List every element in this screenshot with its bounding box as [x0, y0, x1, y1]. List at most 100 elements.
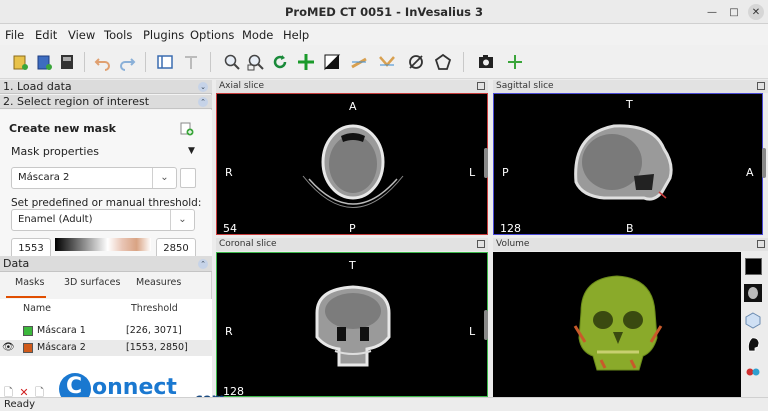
measure-icon[interactable]	[348, 51, 370, 73]
close-button[interactable]: ✕	[748, 4, 764, 20]
mask-select[interactable]: Máscara 2 ⌄	[11, 167, 177, 189]
data-label: Data	[3, 257, 30, 270]
maximize-icon[interactable]	[757, 82, 765, 90]
coronal-right-label: L	[469, 325, 476, 338]
threshold-gradient-slider[interactable]	[55, 238, 151, 251]
toolbar	[0, 45, 768, 79]
mask-select-value: Máscara 2	[18, 172, 70, 183]
sagittal-top-label: T	[626, 98, 633, 111]
load-data-header[interactable]: 1. Load data ⌄	[0, 80, 212, 94]
menu-options[interactable]: Options	[190, 28, 234, 42]
volume-view[interactable]	[493, 252, 741, 397]
rotate-icon[interactable]	[269, 51, 291, 73]
angle-icon[interactable]	[376, 51, 398, 73]
table-row[interactable]: Máscara 1 [226, 3071]	[0, 323, 212, 339]
new-mask-icon[interactable]	[180, 122, 194, 136]
add-icon[interactable]	[504, 51, 526, 73]
mask-name: Máscara 2	[37, 342, 86, 353]
head-profile-icon[interactable]	[743, 334, 763, 354]
chevron-down-icon: ⌄	[170, 210, 194, 230]
sagittal-view-title: Sagittal slice	[496, 81, 554, 91]
axial-view[interactable]: A R L P 54	[216, 93, 488, 235]
coronal-slice-image	[315, 285, 391, 367]
minimize-button[interactable]: —	[704, 4, 720, 20]
chevron-down-icon: ⌄	[198, 82, 208, 92]
coronal-view-title: Coronal slice	[219, 239, 277, 249]
background-color-icon[interactable]	[743, 256, 763, 276]
threshold-select[interactable]: Enamel (Adult) ⌄	[11, 209, 195, 231]
open-icon[interactable]	[10, 51, 32, 73]
column-threshold: Threshold	[131, 303, 178, 314]
data-tabs: Masks 3D surfaces Measures	[0, 274, 212, 298]
roi-panel: Create new mask Mask properties ▼ Máscar…	[0, 110, 212, 256]
menu-file[interactable]: File	[5, 28, 24, 42]
redo-icon[interactable]	[116, 51, 138, 73]
tab-masks[interactable]: Masks	[15, 277, 44, 288]
save-icon[interactable]	[56, 51, 78, 73]
select-roi-label: 2. Select region of interest	[3, 95, 150, 108]
title-bar: ProMED CT 0051 - InVesalius 3 — □ ✕	[0, 0, 768, 24]
zoom-select-icon[interactable]	[245, 51, 267, 73]
triangle-down-icon[interactable]: ▼	[188, 146, 195, 156]
axial-slice-image	[302, 124, 404, 208]
window-title: ProMED CT 0051 - InVesalius 3	[285, 5, 483, 19]
menu-edit[interactable]: Edit	[35, 28, 57, 42]
draw-icon[interactable]	[405, 51, 427, 73]
coronal-view-header: Coronal slice	[216, 238, 488, 251]
menu-plugins[interactable]: Plugins	[143, 28, 184, 42]
sagittal-scrollbar[interactable]	[762, 148, 766, 178]
menu-tools[interactable]: Tools	[104, 28, 132, 42]
mask-name: Máscara 1	[37, 325, 86, 336]
table-row[interactable]: 👁 Máscara 2 [1553, 2850]	[0, 340, 212, 356]
sagittal-right-label: A	[746, 166, 754, 179]
coronal-top-label: T	[349, 259, 356, 272]
axial-view-title: Axial slice	[219, 81, 265, 91]
tab-measures[interactable]: Measures	[136, 277, 181, 288]
maximize-icon[interactable]	[477, 82, 485, 90]
axial-top-label: A	[349, 100, 357, 113]
contrast-icon[interactable]	[321, 51, 343, 73]
coronal-scrollbar[interactable]	[484, 310, 488, 340]
tab-3d-surfaces[interactable]: 3D surfaces	[64, 277, 120, 288]
coronal-left-label: R	[225, 325, 233, 338]
mask-color-button[interactable]	[180, 168, 196, 188]
axial-right-label: L	[469, 166, 476, 179]
eye-icon[interactable]: 👁	[2, 342, 15, 353]
sagittal-slice-number: 128	[500, 222, 521, 235]
select-roi-header[interactable]: 2. Select region of interest ⌃	[0, 95, 212, 109]
maximize-icon[interactable]	[757, 240, 765, 248]
status-text: Ready	[4, 399, 36, 410]
import-icon[interactable]	[34, 51, 56, 73]
pan-icon[interactable]	[295, 51, 317, 73]
skull-view-icon[interactable]	[743, 283, 763, 303]
mask-threshold: [226, 3071]	[126, 325, 182, 336]
axial-scrollbar[interactable]	[484, 148, 488, 178]
threshold-max-value: 2850	[163, 243, 189, 254]
cube-view-icon[interactable]	[743, 310, 763, 330]
data-header[interactable]: Data ⌃	[0, 256, 212, 272]
text-icon[interactable]	[180, 51, 202, 73]
screenshot-icon[interactable]	[475, 51, 497, 73]
mask-color-swatch	[23, 343, 33, 353]
threshold-max-input[interactable]: 2850	[156, 238, 196, 256]
volume-view-header: Volume	[493, 238, 768, 251]
menu-mode[interactable]: Mode	[242, 28, 273, 42]
volume-view-title: Volume	[496, 239, 530, 249]
coronal-view[interactable]: T R L 128	[216, 252, 488, 398]
maximize-button[interactable]: □	[726, 4, 742, 20]
threshold-label: Set predefined or manual threshold:	[11, 197, 202, 209]
status-bar: Ready	[0, 397, 768, 411]
sagittal-bottom-label: B	[626, 222, 634, 235]
layout-icon[interactable]	[154, 51, 176, 73]
maximize-icon[interactable]	[477, 240, 485, 248]
menu-view[interactable]: View	[68, 28, 95, 42]
threshold-min-input[interactable]: 1553	[11, 238, 51, 256]
mask-threshold: [1553, 2850]	[126, 342, 188, 353]
stereo-icon[interactable]	[743, 360, 763, 380]
undo-icon[interactable]	[92, 51, 114, 73]
menu-help[interactable]: Help	[283, 28, 309, 42]
zoom-icon[interactable]	[221, 51, 243, 73]
polygon-icon[interactable]	[432, 51, 454, 73]
sagittal-view[interactable]: T P A B 128	[493, 93, 763, 235]
menu-bar: File Edit View Tools Plugins Options Mod…	[0, 24, 768, 45]
